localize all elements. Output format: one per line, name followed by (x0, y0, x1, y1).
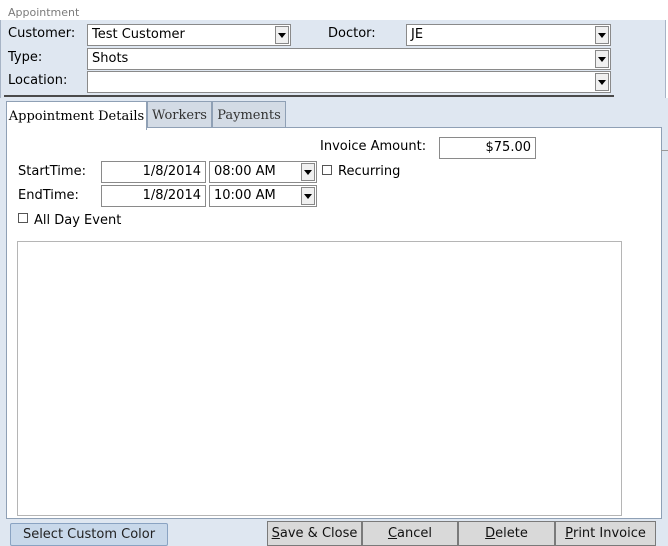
recurring-label: Recurring (338, 164, 401, 179)
end-date-field[interactable]: 1/8/2014 (101, 185, 206, 207)
customer-combo[interactable]: Test Customer (87, 24, 291, 46)
end-time-label: EndTime: (18, 188, 79, 203)
tab-appointment-details[interactable]: Appointment Details (6, 101, 147, 130)
select-custom-color-button[interactable]: Select Custom Color (10, 523, 168, 546)
start-time-label: StartTime: (18, 164, 86, 179)
customer-value: Test Customer (92, 27, 185, 42)
tab-workers[interactable]: Workers (147, 101, 212, 128)
delete-button[interactable]: Delete (458, 521, 555, 546)
customer-dropdown-icon[interactable] (275, 26, 289, 44)
location-dropdown-icon[interactable] (595, 73, 609, 91)
start-date-field[interactable]: 1/8/2014 (101, 161, 206, 183)
invoice-amount-label: Invoice Amount: (320, 139, 427, 154)
doctor-value: JE (411, 27, 424, 42)
invoice-amount-field[interactable]: $75.00 (439, 137, 536, 159)
save-close-label: ave & Close (279, 526, 358, 541)
end-time-value: 10:00 AM (214, 188, 276, 203)
print-invoice-label: rint Invoice (572, 526, 646, 541)
window-title: Appointment (8, 6, 80, 19)
delete-accel: D (485, 526, 496, 541)
save-close-button[interactable]: Save & Close (267, 521, 362, 546)
end-time-dropdown-icon[interactable] (301, 187, 315, 205)
cancel-accel: C (387, 526, 398, 541)
all-day-event-label: All Day Event (34, 213, 122, 228)
type-dropdown-icon[interactable] (595, 50, 609, 68)
type-value: Shots (92, 51, 129, 66)
save-close-accel: S (271, 526, 280, 541)
location-label: Location: (8, 73, 68, 88)
cancel-button[interactable]: Cancel (362, 521, 458, 546)
doctor-dropdown-icon[interactable] (595, 26, 609, 44)
doctor-label: Doctor: (328, 26, 376, 41)
print-invoice-button[interactable]: Print Invoice (555, 521, 656, 546)
start-time-value: 08:00 AM (214, 164, 276, 179)
tab-payments[interactable]: Payments (212, 101, 286, 128)
notes-textbox[interactable] (17, 241, 622, 516)
print-invoice-accel: P (565, 526, 573, 541)
type-label: Type: (8, 50, 43, 65)
header-divider (4, 95, 614, 97)
type-combo[interactable]: Shots (87, 48, 611, 70)
delete-label: elete (495, 526, 528, 541)
recurring-checkbox[interactable] (322, 165, 332, 175)
cancel-label: ancel (397, 526, 433, 541)
start-time-dropdown-icon[interactable] (301, 163, 315, 181)
doctor-combo[interactable]: JE (406, 24, 611, 46)
customer-label: Customer: (8, 26, 76, 41)
location-combo[interactable] (87, 71, 611, 93)
scroll-edge-mark (661, 150, 668, 151)
all-day-event-checkbox[interactable] (18, 213, 28, 223)
